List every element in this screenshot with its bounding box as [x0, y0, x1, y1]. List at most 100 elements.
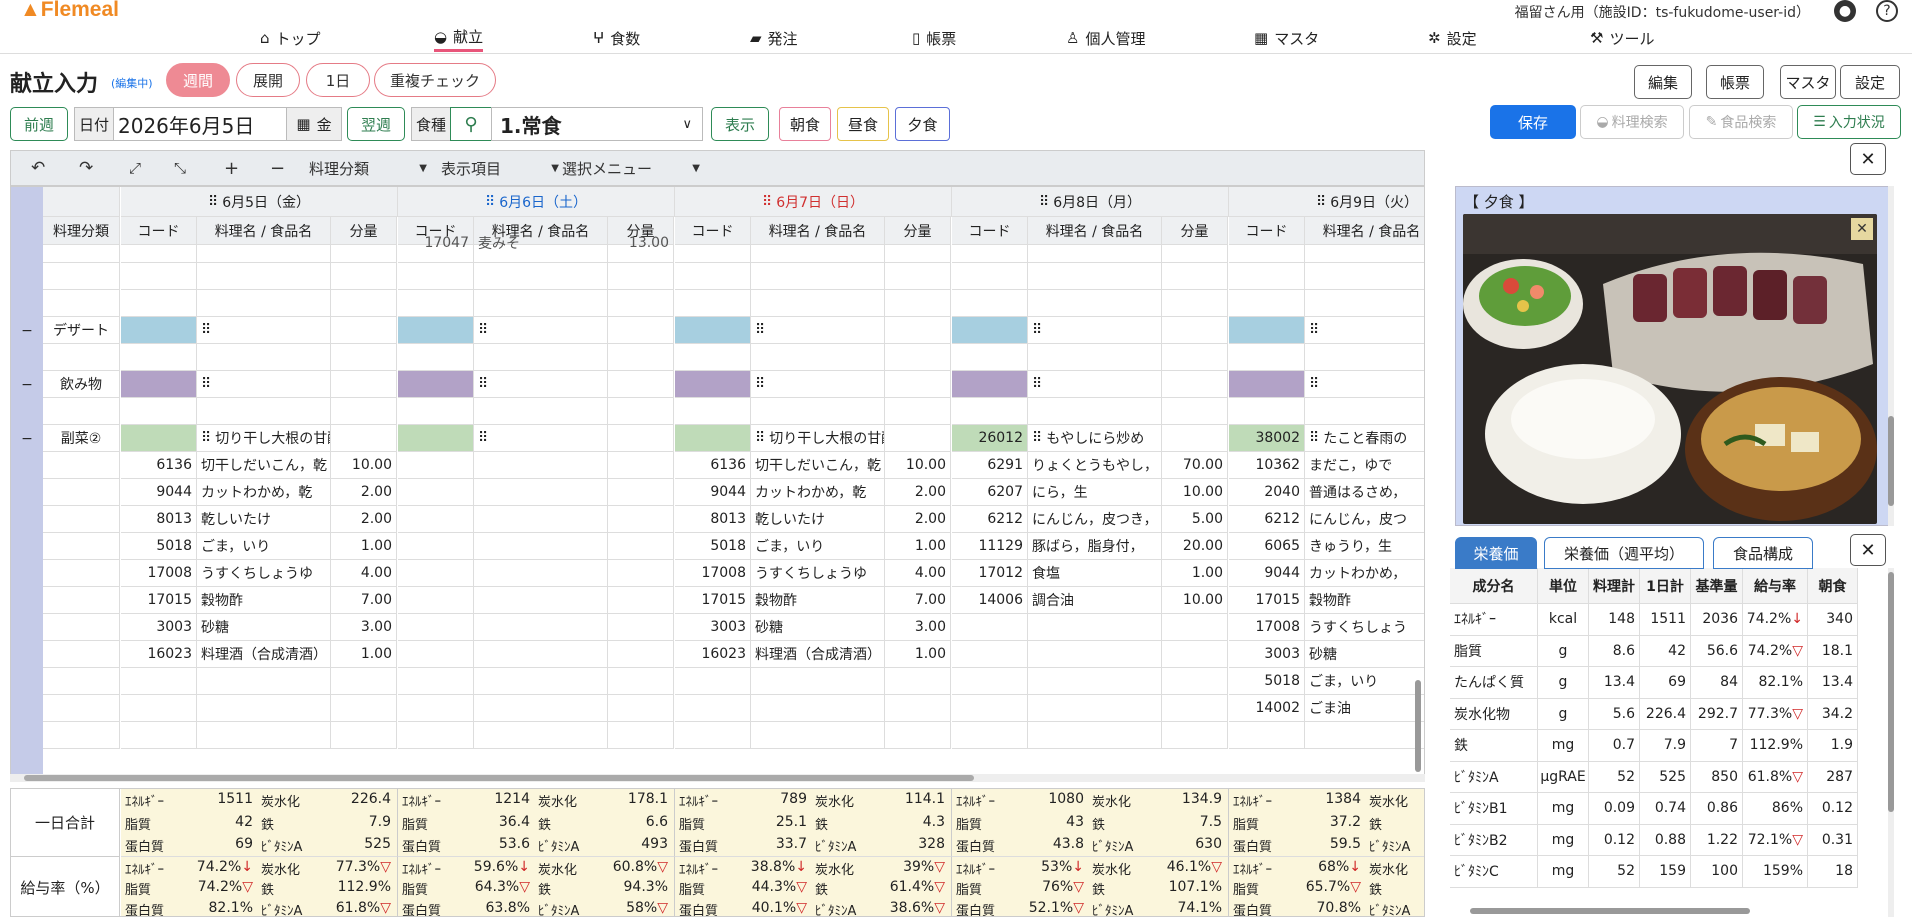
drag-handle-icon[interactable]: ⠿: [478, 430, 488, 446]
qty-cell[interactable]: [885, 722, 951, 749]
food-qty-cell[interactable]: 1.00: [885, 641, 951, 668]
category-qty-cell[interactable]: [608, 425, 674, 452]
food-qty-cell[interactable]: 70.00: [1162, 452, 1228, 479]
category-code-cell[interactable]: [121, 425, 197, 452]
food-code-cell[interactable]: 6136: [675, 452, 751, 479]
food-code-cell[interactable]: [398, 533, 474, 560]
add-icon[interactable]: +: [224, 151, 239, 185]
code-cell[interactable]: [1229, 344, 1305, 371]
food-code-cell[interactable]: 9044: [1229, 560, 1305, 587]
code-cell[interactable]: [952, 344, 1028, 371]
food-name-cell[interactable]: [197, 695, 331, 722]
food-code-cell[interactable]: 3003: [675, 614, 751, 641]
select-menu-dropdown[interactable]: 選択メニュー ▼: [562, 151, 700, 185]
category-code-cell[interactable]: [675, 371, 751, 398]
drag-handle-icon[interactable]: ⠿: [478, 322, 488, 338]
food-search-button[interactable]: ✎ 食品検索: [1689, 105, 1793, 139]
qty-cell[interactable]: [331, 344, 397, 371]
qty-cell[interactable]: [608, 398, 674, 425]
food-name-cell[interactable]: [1028, 641, 1162, 668]
qty-cell[interactable]: [885, 245, 951, 263]
category-qty-cell[interactable]: [1162, 317, 1228, 344]
nav-item-6[interactable]: ▦ マスタ: [1254, 24, 1319, 52]
food-name-cell[interactable]: ごま，いり: [197, 533, 331, 560]
name-cell[interactable]: [1305, 245, 1424, 263]
name-cell[interactable]: [1028, 344, 1162, 371]
food-qty-cell[interactable]: [608, 587, 674, 614]
food-qty-cell[interactable]: [608, 641, 674, 668]
food-code-cell[interactable]: 2040: [1229, 479, 1305, 506]
category-qty-cell[interactable]: [608, 371, 674, 398]
brand-logo[interactable]: ▲Flemeal: [20, 0, 119, 22]
food-code-cell[interactable]: [675, 695, 751, 722]
dinner-toggle[interactable]: 夕食: [895, 107, 950, 141]
food-name-cell[interactable]: 料理酒（合成清酒）: [197, 641, 331, 668]
category-qty-cell[interactable]: [885, 425, 951, 452]
code-cell[interactable]: [1229, 245, 1305, 263]
code-cell[interactable]: [1229, 290, 1305, 317]
qty-cell[interactable]: [1162, 245, 1228, 263]
food-qty-cell[interactable]: [885, 695, 951, 722]
name-cell[interactable]: [197, 245, 331, 263]
category-qty-cell[interactable]: [608, 317, 674, 344]
food-code-cell[interactable]: 17015: [675, 587, 751, 614]
category-dish-cell[interactable]: ⠿: [197, 371, 331, 398]
food-qty-cell[interactable]: 3.00: [885, 614, 951, 641]
food-code-cell[interactable]: [675, 668, 751, 695]
food-name-cell[interactable]: りょくとうもやし，: [1028, 452, 1162, 479]
food-qty-cell[interactable]: 2.00: [885, 506, 951, 533]
scrollbar-thumb[interactable]: [1888, 416, 1894, 506]
food-code-cell[interactable]: [398, 452, 474, 479]
code-cell[interactable]: [398, 344, 474, 371]
view-tab-2[interactable]: 1日: [306, 63, 370, 97]
code-cell[interactable]: [675, 722, 751, 749]
qty-cell[interactable]: [331, 290, 397, 317]
food-name-cell[interactable]: 切干しだいこん，乾: [751, 452, 885, 479]
food-qty-cell[interactable]: 2.00: [331, 506, 397, 533]
code-cell[interactable]: [1229, 263, 1305, 290]
food-name-cell[interactable]: うすくちしょうゆ: [751, 560, 885, 587]
food-name-cell[interactable]: [474, 614, 608, 641]
qty-cell[interactable]: [1162, 398, 1228, 425]
code-cell[interactable]: [1229, 722, 1305, 749]
food-name-cell[interactable]: [1028, 614, 1162, 641]
name-cell[interactable]: [1305, 722, 1424, 749]
category-dish-cell[interactable]: ⠿切り干し大根の甘酢和え: [751, 425, 885, 452]
food-name-cell[interactable]: 豚ばら，脂身付，: [1028, 533, 1162, 560]
name-cell[interactable]: [474, 245, 608, 263]
save-button[interactable]: 保存: [1490, 105, 1576, 139]
name-cell[interactable]: [197, 722, 331, 749]
food-name-cell[interactable]: [474, 533, 608, 560]
food-name-cell[interactable]: カットわかめ，乾: [197, 479, 331, 506]
view-tab-0[interactable]: 週間: [166, 63, 230, 97]
food-code-cell[interactable]: [398, 560, 474, 587]
food-name-cell[interactable]: カットわかめ，乾: [751, 479, 885, 506]
name-cell[interactable]: [1305, 263, 1424, 290]
food-qty-cell[interactable]: [608, 560, 674, 587]
drag-handle-icon[interactable]: ⠿: [1309, 376, 1319, 392]
food-qty-cell[interactable]: 5.00: [1162, 506, 1228, 533]
food-name-cell[interactable]: ごま，いり: [1305, 668, 1424, 695]
code-cell[interactable]: [398, 263, 474, 290]
food-code-cell[interactable]: 16023: [675, 641, 751, 668]
category-code-cell[interactable]: [1229, 371, 1305, 398]
food-code-cell[interactable]: 9044: [121, 479, 197, 506]
grid-horizontal-scrollbar[interactable]: [10, 774, 1425, 782]
name-cell[interactable]: [474, 290, 608, 317]
food-code-cell[interactable]: 6136: [121, 452, 197, 479]
collapse-toggle[interactable]: −: [11, 425, 43, 452]
name-cell[interactable]: [751, 398, 885, 425]
nav-item-4[interactable]: ▯ 帳票: [912, 24, 956, 52]
drag-handle-icon[interactable]: ⠿: [1032, 376, 1042, 392]
category-dish-cell[interactable]: ⠿: [1028, 371, 1162, 398]
code-cell[interactable]: [675, 344, 751, 371]
food-code-cell[interactable]: 17015: [121, 587, 197, 614]
remove-icon[interactable]: −: [270, 151, 285, 185]
food-code-cell[interactable]: 14002: [1229, 695, 1305, 722]
nav-item-0[interactable]: ⌂ トップ: [260, 24, 321, 52]
date-input[interactable]: 2026年6月5日: [113, 107, 287, 141]
drag-handle-icon[interactable]: ⠿: [478, 376, 488, 392]
header-button-3[interactable]: 設定: [1840, 65, 1900, 99]
category-qty-cell[interactable]: [885, 317, 951, 344]
food-name-cell[interactable]: きゅうり，生: [1305, 533, 1424, 560]
